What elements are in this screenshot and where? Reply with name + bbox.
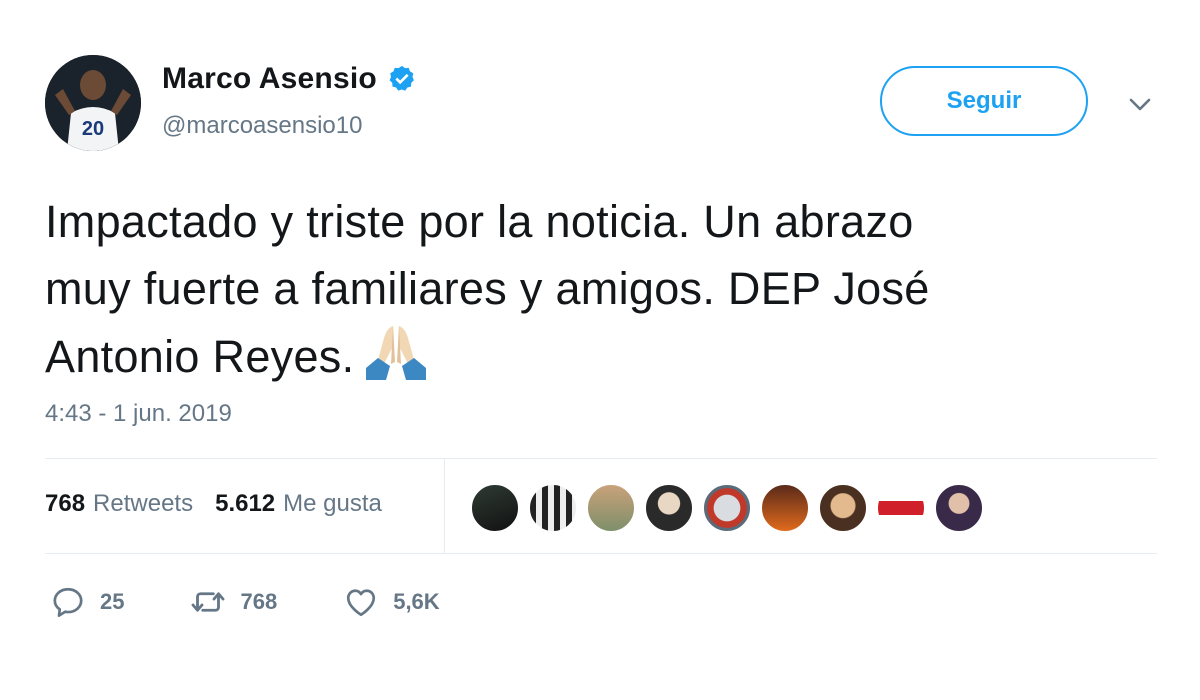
- divider: [45, 458, 1157, 459]
- verified-badge-icon: [389, 65, 414, 91]
- tweet-text: Impactado y triste por la noticia. Un ab…: [45, 188, 1145, 390]
- chevron-down-icon[interactable]: [1126, 92, 1154, 116]
- tweet-text-line: muy fuerte a familiares y amigos. DEP Jo…: [45, 263, 930, 314]
- liker-avatar[interactable]: [644, 483, 694, 533]
- liker-avatar[interactable]: [760, 483, 810, 533]
- tweet-text-line-content: Antonio Reyes.: [45, 331, 355, 382]
- retweet-count: 768: [240, 589, 278, 614]
- divider: [444, 458, 445, 553]
- like-button[interactable]: 5,6K: [343, 584, 440, 620]
- retweet-button[interactable]: 768: [190, 584, 277, 620]
- likes-count: 5.612: [215, 490, 276, 517]
- liker-avatar[interactable]: [934, 483, 984, 533]
- tweet-text-line: Antonio Reyes.: [45, 322, 1145, 390]
- likes-stat[interactable]: 5.612 Me gusta: [215, 490, 382, 518]
- heart-icon: [347, 589, 376, 617]
- reply-count: 25: [100, 589, 125, 614]
- tweet-text-line: Impactado y triste por la noticia. Un ab…: [45, 196, 914, 247]
- tweet-timestamp[interactable]: 4:43 - 1 jun. 2019: [45, 400, 232, 428]
- liker-avatar[interactable]: [470, 483, 520, 533]
- likes-label: Me gusta: [283, 490, 382, 517]
- liker-avatar[interactable]: [586, 483, 636, 533]
- retweet-icon: [192, 592, 225, 612]
- folded-hands-icon: [366, 326, 427, 380]
- reply-button[interactable]: 25: [50, 584, 124, 620]
- retweets-count: 768: [45, 490, 86, 517]
- like-count: 5,6K: [393, 589, 440, 614]
- retweets-stat[interactable]: 768 Retweets: [45, 490, 193, 518]
- liker-avatar[interactable]: [528, 483, 578, 533]
- likers-avatars: [470, 483, 984, 533]
- user-display-name[interactable]: Marco Asensio: [162, 62, 377, 96]
- retweets-label: Retweets: [93, 490, 194, 517]
- tweet-card: 20 Marco Asensio @marcoasensio10 Seguir …: [0, 0, 1200, 700]
- user-handle[interactable]: @marcoasensio10: [162, 112, 362, 140]
- follow-button[interactable]: Seguir: [880, 66, 1088, 136]
- liker-avatar[interactable]: [702, 483, 752, 533]
- liker-avatar[interactable]: [876, 483, 926, 533]
- name-row: Marco Asensio: [162, 62, 417, 96]
- avatar-image: 20: [45, 55, 141, 151]
- reply-icon: [53, 587, 83, 617]
- user-avatar[interactable]: 20: [45, 55, 141, 151]
- tweet-stats: 768 Retweets 5.612 Me gusta: [45, 490, 404, 518]
- divider: [45, 553, 1157, 554]
- svg-text:20: 20: [82, 118, 104, 140]
- liker-avatar[interactable]: [818, 483, 868, 533]
- tweet-actions: 25 768 5,6K: [50, 584, 506, 620]
